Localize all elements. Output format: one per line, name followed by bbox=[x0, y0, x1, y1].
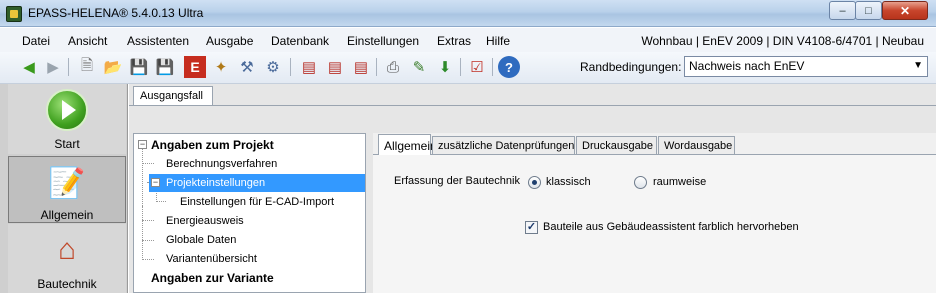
tree-item-berechnungsverfahren[interactable]: Berechnungsverfahren bbox=[166, 155, 277, 174]
edit-icon[interactable]: ✎ bbox=[408, 56, 430, 78]
chart-edit-icon[interactable]: ▤ bbox=[324, 56, 346, 78]
chart-icon[interactable]: ▤ bbox=[298, 56, 320, 78]
tool-icon[interactable]: ⚒ bbox=[236, 56, 258, 78]
menu-bar: Datei Ansicht Assistenten Ausgabe Datenb… bbox=[0, 28, 936, 52]
save-as-icon[interactable]: 💾 bbox=[154, 56, 176, 78]
highlight-checkbox[interactable]: ✓ bbox=[525, 221, 538, 234]
nav-bautechnik[interactable]: ⌂ Bautechnik bbox=[8, 224, 126, 293]
title-bar: EPASS-HELENA® 5.4.0.13 Ultra – □ ✕ bbox=[0, 0, 936, 27]
menu-datenbank[interactable]: Datenbank bbox=[271, 34, 329, 48]
tree-item-ecad-import[interactable]: Einstellungen für E-CAD-Import bbox=[180, 193, 334, 212]
close-button[interactable]: ✕ bbox=[882, 1, 928, 20]
start-play-icon bbox=[45, 88, 89, 132]
tab-ausgangsfall[interactable]: Ausgangsfall bbox=[133, 86, 213, 106]
back-arrow-icon[interactable]: ◀ bbox=[18, 56, 40, 78]
nav-allgemein[interactable]: 📝 Allgemein bbox=[8, 156, 126, 223]
highlight-checkbox-label[interactable]: Bauteile aus Gebäudeassistent farblich h… bbox=[543, 221, 799, 233]
radio-raumweise-label[interactable]: raumweise bbox=[653, 176, 706, 188]
radio-raumweise[interactable] bbox=[634, 176, 647, 189]
menu-assistenten[interactable]: Assistenten bbox=[127, 34, 189, 48]
checklist-icon[interactable]: ☑ bbox=[466, 56, 488, 78]
gear-icon[interactable]: ⚙ bbox=[262, 56, 284, 78]
tree-item-angaben-projekt[interactable]: Angaben zum Projekt bbox=[151, 136, 274, 155]
menu-hilfe[interactable]: Hilfe bbox=[486, 34, 510, 48]
window-title: EPASS-HELENA® 5.4.0.13 Ultra bbox=[28, 6, 204, 20]
tab-divider bbox=[129, 105, 936, 106]
new-document-icon[interactable]: 🗎 bbox=[76, 56, 98, 78]
tree-item-angaben-variante[interactable]: Angaben zur Variante bbox=[151, 269, 274, 288]
nav-allgemein-label: Allgemein bbox=[40, 208, 94, 222]
notepad-icon: 📝 bbox=[48, 166, 86, 200]
minimize-button[interactable]: – bbox=[829, 1, 856, 20]
chart-bar-icon[interactable]: ▤ bbox=[350, 56, 372, 78]
toolbar-separator bbox=[290, 58, 291, 76]
settings-panel-body: Erfassung der Bautechnik klassisch raumw… bbox=[373, 154, 936, 293]
toolbar-separator bbox=[460, 58, 461, 76]
tree-item-energieausweis[interactable]: Energieausweis bbox=[166, 212, 244, 231]
toolbar-separator bbox=[376, 58, 377, 76]
wand-icon[interactable]: ✦ bbox=[210, 56, 232, 78]
app-logo-icon bbox=[6, 6, 22, 22]
tree-expander-icon[interactable]: − bbox=[138, 140, 147, 149]
help-icon[interactable]: ? bbox=[498, 56, 520, 78]
menu-einstellungen[interactable]: Einstellungen bbox=[347, 34, 419, 48]
erfassung-label: Erfassung der Bautechnik bbox=[394, 175, 520, 187]
menu-ansicht[interactable]: Ansicht bbox=[68, 34, 107, 48]
menu-extras[interactable]: Extras bbox=[437, 34, 471, 48]
left-nav: Start 📝 Allgemein ⌂ Bautechnik bbox=[0, 84, 128, 293]
radio-klassisch-label[interactable]: klassisch bbox=[546, 176, 591, 188]
tree-item-projekteinstellungen[interactable]: Projekteinstellungen bbox=[166, 174, 265, 193]
save-icon[interactable]: 💾 bbox=[128, 56, 150, 78]
export-icon[interactable]: ⬇ bbox=[434, 56, 456, 78]
toolbar-separator bbox=[68, 58, 69, 76]
print-icon[interactable]: ⎙ bbox=[382, 56, 404, 78]
randbedingungen-select[interactable]: Nachweis nach EnEV ▼ bbox=[684, 56, 928, 77]
toolbar-separator bbox=[492, 58, 493, 76]
tree-expander-icon[interactable]: − bbox=[151, 178, 160, 187]
chevron-down-icon: ▼ bbox=[913, 60, 923, 71]
menu-ausgabe[interactable]: Ausgabe bbox=[206, 34, 253, 48]
randbedingungen-value: Nachweis nach EnEV bbox=[689, 59, 805, 73]
nav-start[interactable]: Start bbox=[8, 84, 126, 154]
tab-allgemein[interactable]: Allgemein bbox=[378, 134, 437, 155]
nav-bautechnik-label: Bautechnik bbox=[37, 277, 97, 291]
randbedingungen-label: Randbedingungen: bbox=[580, 60, 682, 74]
project-tree: − Angaben zum Projekt Berechnungsverfahr… bbox=[133, 133, 366, 293]
menu-datei[interactable]: Datei bbox=[22, 34, 50, 48]
tree-item-variantenuebersicht[interactable]: Variantenübersicht bbox=[166, 250, 257, 269]
maximize-button[interactable]: □ bbox=[855, 1, 882, 20]
open-folder-icon[interactable]: 📂 bbox=[102, 56, 124, 78]
forward-arrow-icon[interactable]: ▶ bbox=[42, 56, 64, 78]
tab-druckausgabe[interactable]: Druckausgabe bbox=[576, 136, 657, 155]
house-icon: ⌂ bbox=[57, 233, 77, 266]
project-info-text: Wohnbau | EnEV 2009 | DIN V4108-6/4701 |… bbox=[641, 34, 924, 48]
energieausweis-e-icon[interactable]: E bbox=[184, 56, 206, 78]
tab-datenpruefungen[interactable]: zusätzliche Datenprüfungen bbox=[432, 136, 575, 155]
tab-wordausgabe[interactable]: Wordausgabe bbox=[658, 136, 735, 155]
nav-start-label: Start bbox=[54, 137, 80, 151]
tree-item-globale-daten[interactable]: Globale Daten bbox=[166, 231, 236, 250]
radio-klassisch[interactable] bbox=[528, 176, 541, 189]
